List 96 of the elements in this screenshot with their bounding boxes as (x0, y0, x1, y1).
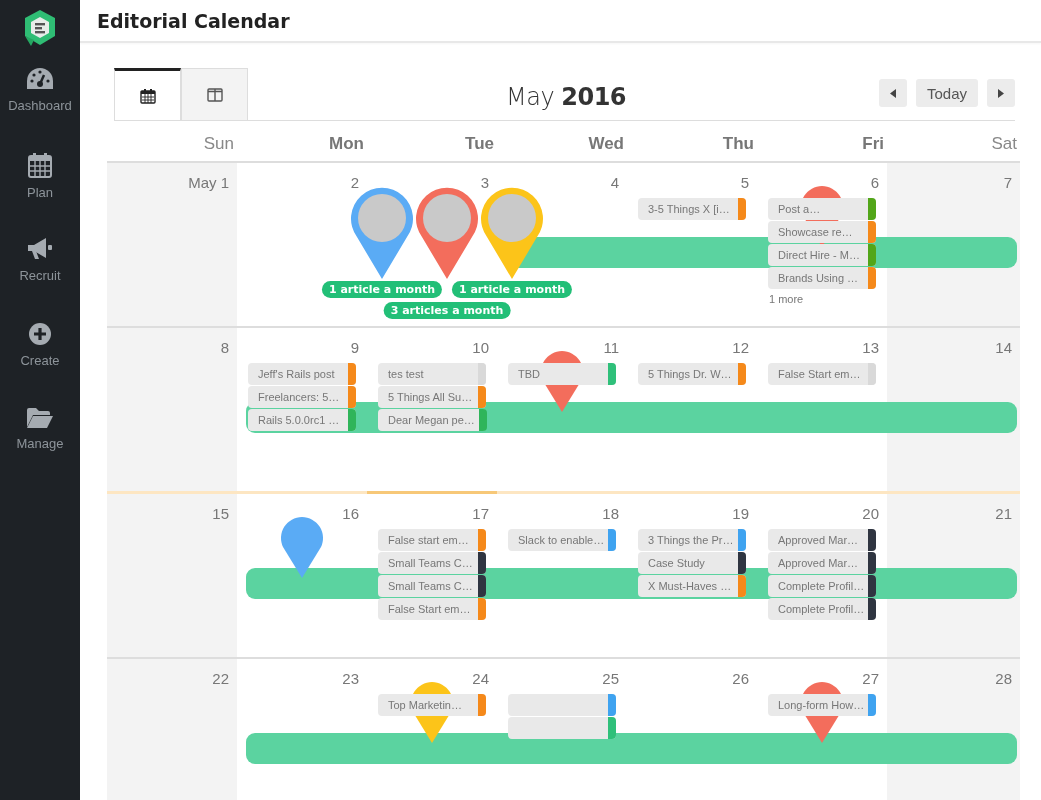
date-label: 23 (342, 670, 359, 687)
event-chip[interactable]: Dear Megan pe… (378, 409, 486, 431)
date-label: 9 (350, 339, 359, 356)
weekday-header: Thu (721, 133, 755, 155)
weekday-header: Fri (861, 133, 885, 155)
gauge-icon (26, 67, 54, 91)
event-chip[interactable]: Approved Mar… (768, 552, 876, 574)
date-label: 28 (995, 670, 1012, 687)
date-label: 24 (472, 670, 489, 687)
sidebar-item[interactable]: Plan (0, 146, 80, 231)
date-label: 5 (740, 174, 749, 191)
weekday-header: Sat (990, 133, 1018, 155)
event-chip[interactable]: Brands Using … (768, 267, 876, 289)
caret-right-icon (998, 88, 1004, 98)
date-label: 22 (212, 670, 229, 687)
year-label: 2016 (561, 83, 627, 111)
date-label: 15 (212, 505, 229, 522)
weekday-header: Tue (464, 133, 495, 155)
weekday-header: Sun (202, 133, 235, 155)
date-label: 6 (870, 174, 879, 191)
sidebar-item[interactable]: Manage (0, 401, 80, 486)
avatar-placeholder (488, 194, 536, 242)
previous-button[interactable] (878, 79, 907, 107)
sidebar-item[interactable]: Create (0, 316, 80, 401)
frequency-badge: 3 articles a month (383, 302, 511, 319)
date-label: 20 (862, 505, 879, 522)
date-label: 13 (862, 339, 879, 356)
plus-circle-icon (28, 322, 52, 346)
event-chip[interactable]: 3-5 Things X [i… (638, 198, 746, 220)
calendar-icon (28, 152, 52, 178)
logo-icon (24, 9, 56, 47)
date-label: 10 (472, 339, 489, 356)
event-chip[interactable]: tes test (378, 363, 486, 385)
date-label: May 1 (188, 174, 229, 191)
event-chip[interactable]: Jeff's Rails post (248, 363, 356, 385)
event-chip[interactable]: 5 Things Dr. W… (638, 363, 746, 385)
avatar-placeholder (423, 194, 471, 242)
event-chip[interactable]: Small Teams C… (378, 552, 486, 574)
event-chip[interactable]: False start em… (378, 529, 486, 551)
event-chip[interactable]: Complete Profil… (768, 598, 876, 620)
event-chip[interactable]: 5 Things All Su… (378, 386, 486, 408)
event-chip[interactable]: Post a… (768, 198, 876, 220)
date-label: 11 (603, 339, 619, 356)
event-chip[interactable]: False Start em… (378, 598, 486, 620)
caret-left-icon (889, 88, 896, 98)
today-button[interactable]: Today (915, 79, 978, 107)
event-chip[interactable]: Long-form How… (768, 694, 876, 716)
date-label: 12 (732, 339, 749, 356)
date-label: 21 (995, 505, 1012, 522)
event-chip[interactable]: False Start em… (768, 363, 876, 385)
date-label: 19 (732, 505, 749, 522)
month-label: May (506, 83, 555, 111)
date-label: 16 (342, 505, 359, 522)
sidebar-item[interactable]: Recruit (0, 231, 80, 316)
date-label: 4 (610, 174, 619, 191)
frequency-badge: 1 article a month (321, 281, 443, 298)
view-tab[interactable] (114, 68, 181, 120)
event-chip[interactable]: Approved Mar… (768, 529, 876, 551)
date-label: 8 (220, 339, 229, 356)
date-label: 14 (995, 339, 1012, 356)
columns-icon (206, 87, 223, 102)
date-label: 7 (1003, 174, 1012, 191)
frequency-badge: 1 article a month (451, 281, 573, 298)
map-pin[interactable] (541, 351, 583, 412)
date-label: 2 (350, 174, 359, 191)
map-pin[interactable] (281, 517, 323, 578)
event-chip[interactable]: Showcase re… (768, 221, 876, 243)
weekday-header: Mon (328, 133, 365, 155)
date-label: 27 (862, 670, 879, 687)
event-chip[interactable]: Complete Profil… (768, 575, 876, 597)
event-chip[interactable]: Small Teams C… (378, 575, 486, 597)
event-chip[interactable]: 3 Things the Pr… (638, 529, 746, 551)
sidebar-item[interactable]: Dashboard (0, 61, 80, 146)
event-chip[interactable] (508, 717, 616, 739)
avatar-placeholder (358, 194, 406, 242)
event-chip[interactable]: Top Marketin… (378, 694, 486, 716)
date-label: 3 (480, 174, 489, 191)
event-chip[interactable]: Freelancers: 5… (248, 386, 356, 408)
calendar-icon (139, 87, 156, 104)
event-chip[interactable] (508, 694, 616, 716)
more-link[interactable]: 1 more (769, 293, 804, 305)
event-chip[interactable]: Slack to enable… (508, 529, 616, 551)
megaphone-icon (26, 237, 54, 261)
event-chip[interactable]: Direct Hire - M… (768, 244, 876, 266)
page-title: Editorial Calendar (97, 9, 290, 32)
next-button[interactable] (987, 79, 1015, 107)
event-chip[interactable]: Case Study (638, 552, 746, 574)
date-label: 25 (602, 670, 619, 687)
event-chip[interactable]: TBD (508, 363, 616, 385)
weekday-header: Wed (587, 133, 625, 155)
date-label: 26 (732, 670, 749, 687)
event-chip[interactable]: X Must-Haves … (638, 575, 746, 597)
event-chip[interactable]: Rails 5.0.0rc1 … (248, 409, 356, 431)
date-label: 17 (472, 505, 489, 522)
folder-icon (26, 407, 54, 429)
date-label: 18 (602, 505, 619, 522)
